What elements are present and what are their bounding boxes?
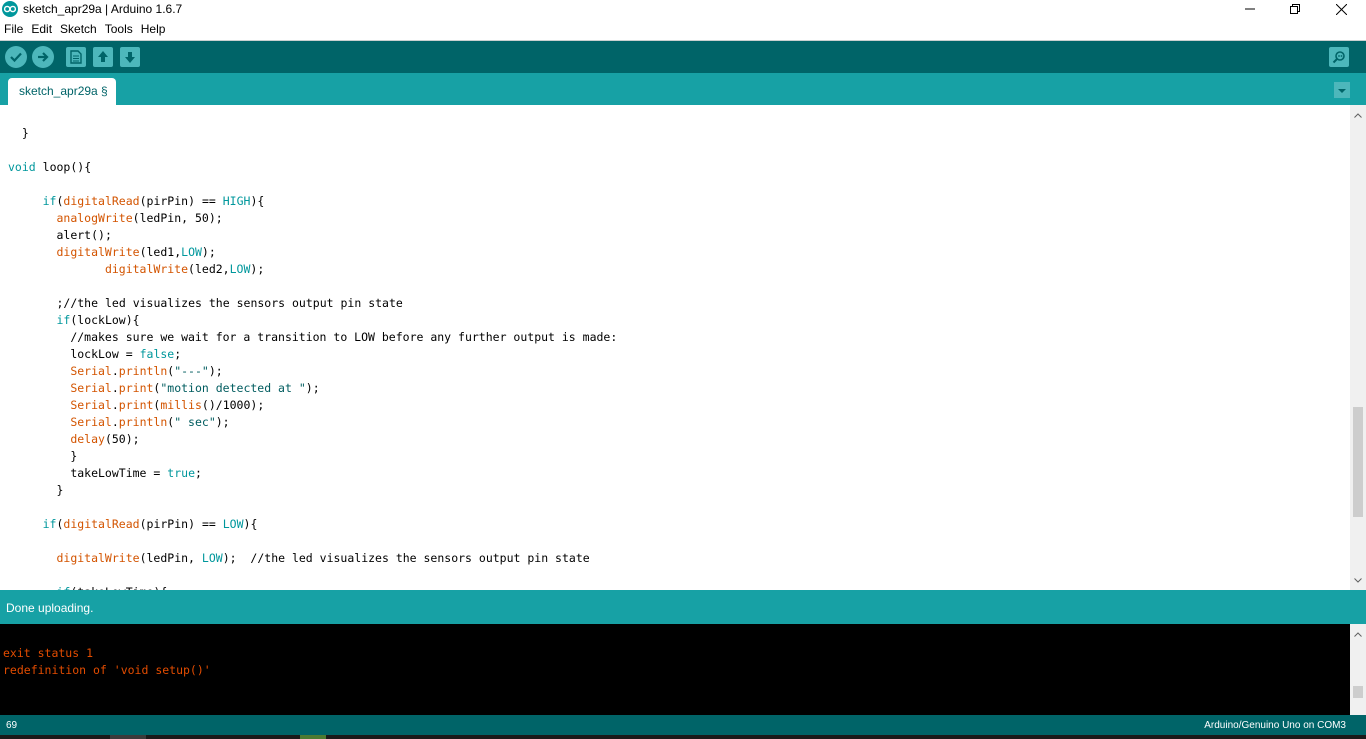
- code-line: takeLowTime = true;: [70, 466, 202, 480]
- code-line: delay(50);: [70, 432, 140, 446]
- code-line: Serial.println(" sec");: [70, 415, 230, 429]
- tab-bar: sketch_apr29a §: [0, 73, 1366, 105]
- code-line: }: [21, 126, 29, 140]
- code-line: analogWrite(ledPin, 50);: [56, 211, 223, 225]
- minimize-button[interactable]: [1227, 0, 1273, 18]
- code-line: if(digitalRead(pirPin) == HIGH){: [42, 194, 265, 208]
- close-button[interactable]: [1318, 0, 1364, 18]
- code-line: digitalWrite(led1,LOW);: [56, 245, 216, 259]
- serial-monitor-button[interactable]: [1329, 47, 1349, 67]
- title-bar: sketch_apr29a | Arduino 1.6.7: [0, 0, 1366, 18]
- new-icon: [70, 50, 82, 64]
- scroll-down-icon[interactable]: [1350, 572, 1366, 588]
- save-icon: [123, 50, 137, 64]
- open-button[interactable]: [93, 47, 113, 67]
- menu-tools[interactable]: Tools: [101, 19, 137, 39]
- save-button[interactable]: [120, 47, 140, 67]
- upload-icon: [36, 50, 50, 64]
- board-port-info: Arduino/Genuino Uno on COM3: [1204, 720, 1346, 731]
- code-line: ;//the led visualizes the sensors output…: [56, 296, 403, 310]
- tab-label: sketch_apr29a §: [19, 84, 108, 98]
- console-line: redefinition of 'void setup()': [3, 663, 211, 677]
- verify-button[interactable]: [5, 46, 27, 68]
- code-line: lockLow = false;: [70, 347, 182, 361]
- tab-sketch[interactable]: sketch_apr29a §: [8, 78, 116, 105]
- status-bar: Done uploading.: [0, 590, 1366, 624]
- restore-button[interactable]: [1272, 0, 1318, 18]
- window-title: sketch_apr29a | Arduino 1.6.7: [23, 2, 183, 16]
- console-scroll-thumb[interactable]: [1353, 686, 1363, 698]
- line-number: 69: [6, 720, 18, 731]
- open-icon: [96, 50, 110, 64]
- menu-help[interactable]: Help: [137, 19, 170, 39]
- taskbar-edge: [0, 735, 1366, 739]
- code-line: Serial.println("---");: [70, 364, 223, 378]
- toolbar: [0, 40, 1366, 73]
- code-line: }: [70, 449, 78, 463]
- menu-edit[interactable]: Edit: [27, 19, 56, 39]
- code-line: digitalWrite(ledPin, LOW); //the led vis…: [56, 551, 590, 565]
- editor-scrollbar[interactable]: [1350, 105, 1366, 590]
- code-line: if(digitalRead(pirPin) == LOW){: [42, 517, 258, 531]
- code-line: //makes sure we wait for a transition to…: [70, 330, 618, 344]
- editor-scroll-thumb[interactable]: [1353, 407, 1363, 517]
- arduino-logo-icon: [2, 1, 18, 17]
- menu-file[interactable]: File: [0, 19, 27, 39]
- code-line: }: [56, 483, 64, 497]
- new-button[interactable]: [66, 47, 86, 67]
- upload-button[interactable]: [32, 46, 54, 68]
- console-scroll-up-icon[interactable]: [1350, 626, 1366, 642]
- console-output[interactable]: exit status 1 redefinition of 'void setu…: [0, 624, 1366, 715]
- code-editor[interactable]: } void loop(){ if(digitalRead(pirPin) == …: [0, 105, 1366, 590]
- code-line: void loop(){: [8, 160, 92, 174]
- tab-menu-button[interactable]: [1334, 82, 1350, 98]
- footer-bar: 69 Arduino/Genuino Uno on COM3: [0, 715, 1366, 739]
- chevron-down-icon: [1337, 81, 1347, 99]
- code-line: alert();: [56, 228, 112, 242]
- scroll-up-icon[interactable]: [1350, 107, 1366, 123]
- code-line: digitalWrite(led2,LOW);: [104, 262, 265, 276]
- menu-bar: File Edit Sketch Tools Help: [0, 19, 1366, 39]
- console-line: exit status 1: [3, 646, 94, 660]
- code-line: Serial.print(millis()/1000);: [70, 398, 265, 412]
- code-line: Serial.print("motion detected at ");: [70, 381, 320, 395]
- code-line: if(lockLow){: [56, 313, 140, 327]
- console-scrollbar[interactable]: [1350, 624, 1366, 715]
- menu-sketch[interactable]: Sketch: [56, 19, 101, 39]
- status-message: Done uploading.: [6, 601, 94, 615]
- serial-monitor-icon: [1332, 50, 1346, 64]
- verify-icon: [9, 50, 23, 64]
